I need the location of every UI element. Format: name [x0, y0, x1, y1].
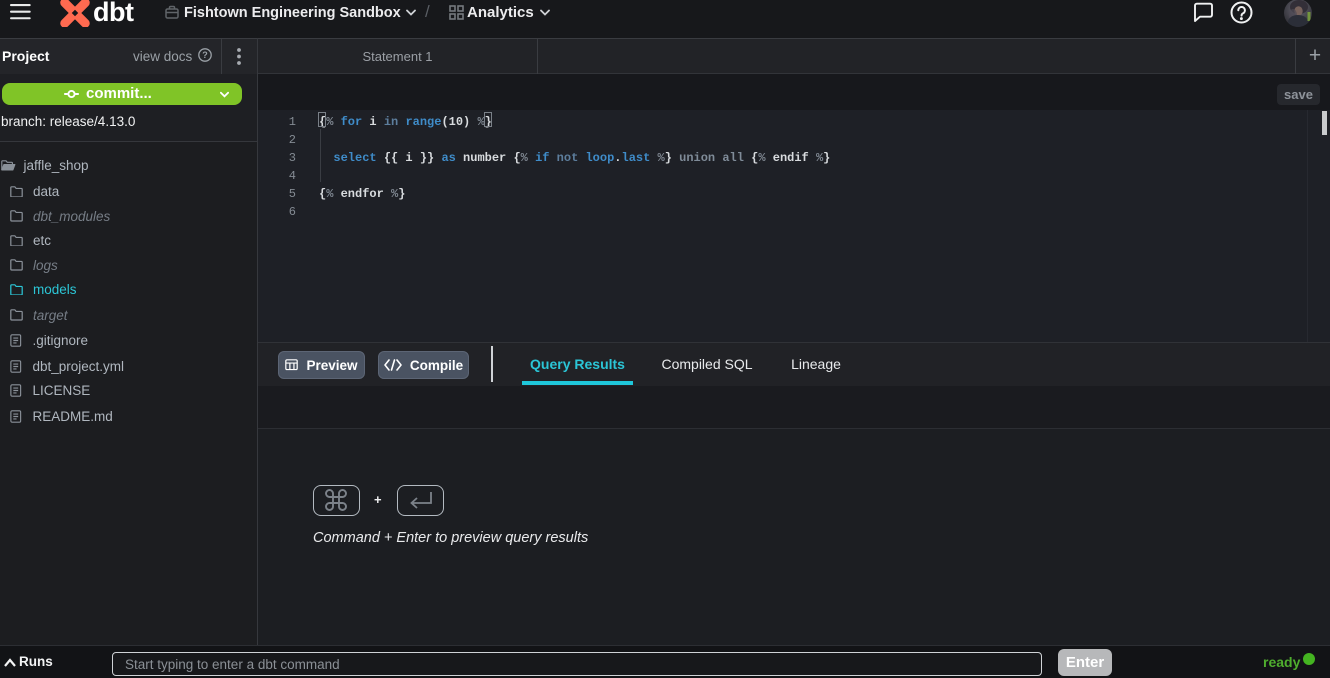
svg-text:?: ? [202, 50, 208, 60]
